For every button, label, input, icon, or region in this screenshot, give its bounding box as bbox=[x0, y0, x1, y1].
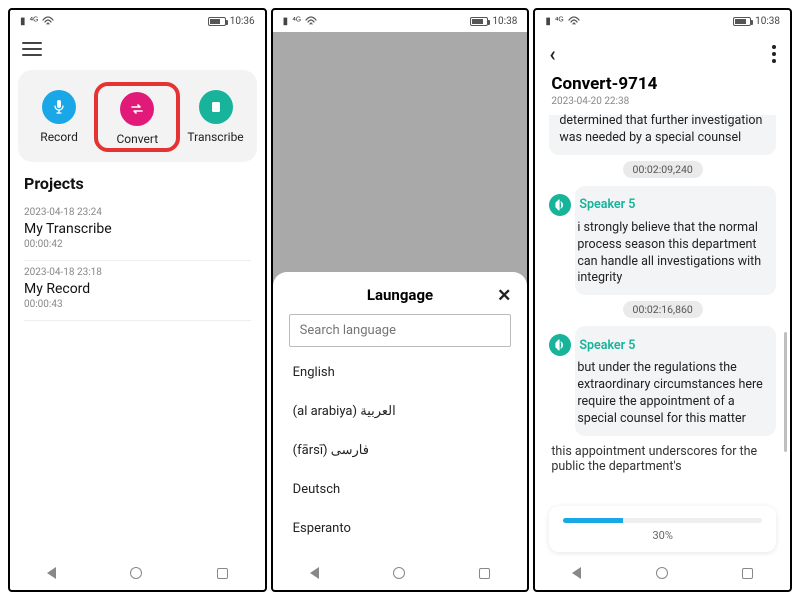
speaker-icon bbox=[549, 334, 571, 356]
screen-language-picker: ▮ ⁴ᴳ 10:38 Laungage ✕ English bbox=[271, 8, 530, 592]
language-option[interactable]: Esperanto bbox=[289, 509, 512, 548]
nav-home-icon[interactable] bbox=[393, 567, 405, 579]
android-navbar bbox=[535, 556, 790, 590]
battery-icon bbox=[733, 17, 751, 26]
nav-back-icon[interactable] bbox=[572, 567, 581, 579]
speaker-name: Speaker 5 bbox=[579, 197, 635, 212]
search-input[interactable] bbox=[289, 314, 512, 347]
wifi-icon bbox=[305, 16, 317, 26]
timestamp-pill: 00:02:16,860 bbox=[623, 301, 703, 318]
transcript-segment[interactable]: Speaker 5 i strongly believe that the no… bbox=[575, 186, 776, 296]
clock: 10:36 bbox=[230, 16, 255, 27]
progress-card: 30% bbox=[549, 506, 776, 552]
nav-recent-icon[interactable] bbox=[479, 568, 490, 579]
android-navbar bbox=[10, 556, 265, 590]
transcribe-button[interactable]: Transcribe bbox=[181, 90, 251, 144]
convert-icon bbox=[120, 92, 154, 126]
progress-track bbox=[563, 518, 762, 523]
language-option[interactable]: English bbox=[289, 353, 512, 392]
page-subtitle-date: 2023-04-20 22:38 bbox=[551, 96, 774, 107]
project-item[interactable]: 2023-04-18 23:24 My Transcribe 00:00:42 bbox=[24, 201, 251, 261]
progress-label: 30% bbox=[563, 529, 762, 542]
language-option[interactable]: Deutsch bbox=[289, 470, 512, 509]
battery-icon bbox=[208, 17, 226, 26]
language-option[interactable]: (al arabiya) العربية bbox=[289, 392, 512, 431]
convert-highlight: Convert bbox=[94, 82, 180, 152]
mic-icon bbox=[42, 90, 76, 124]
signal-icon: ⁴ᴳ bbox=[292, 16, 301, 27]
nav-home-icon[interactable] bbox=[130, 567, 142, 579]
project-date: 2023-04-18 23:24 bbox=[24, 207, 251, 218]
record-label: Record bbox=[40, 130, 78, 144]
status-bar: ▮ ⁴ᴳ 10:36 bbox=[10, 10, 265, 32]
status-bar: ▮ ⁴ᴳ 10:38 bbox=[273, 10, 528, 32]
transcript-segment[interactable]: determined that further investigation wa… bbox=[549, 115, 776, 155]
segment-text: i strongly believe that the normal proce… bbox=[577, 220, 766, 288]
more-menu-icon[interactable] bbox=[772, 45, 776, 63]
wifi-icon bbox=[568, 16, 580, 26]
sheet-title: Laungage bbox=[367, 286, 433, 304]
convert-button[interactable]: Convert bbox=[102, 92, 172, 146]
sim-icon: ▮ bbox=[20, 16, 26, 27]
transcript-body[interactable]: determined that further investigation wa… bbox=[535, 107, 790, 476]
android-navbar bbox=[273, 556, 528, 590]
screen-transcript: ▮ ⁴ᴳ 10:38 ‹ Convert-9714 2023-04-20 22:… bbox=[533, 8, 792, 592]
progress-fill bbox=[563, 518, 623, 523]
battery-icon bbox=[470, 17, 488, 26]
nav-recent-icon[interactable] bbox=[217, 568, 228, 579]
top-actions-card: Record Convert Transcribe bbox=[18, 70, 257, 162]
signal-icon: ⁴ᴳ bbox=[555, 16, 564, 27]
sim-icon: ▮ bbox=[545, 16, 551, 27]
clock: 10:38 bbox=[755, 16, 780, 27]
language-sheet: Laungage ✕ English (al arabiya) العربية … bbox=[273, 272, 528, 556]
project-duration: 00:00:43 bbox=[24, 299, 251, 310]
scrollbar-thumb[interactable] bbox=[784, 332, 787, 452]
speaker-icon bbox=[549, 194, 571, 216]
hamburger-menu-icon[interactable] bbox=[22, 42, 42, 56]
close-icon[interactable]: ✕ bbox=[497, 286, 511, 306]
clock: 10:38 bbox=[492, 16, 517, 27]
back-button[interactable]: ‹ bbox=[549, 42, 555, 66]
language-option[interactable]: (fārsī) فارسی bbox=[289, 431, 512, 470]
transcript-segment[interactable]: Speaker 5 but under the regulations the … bbox=[575, 326, 776, 436]
screen-home: ▮ ⁴ᴳ 10:36 Record bbox=[8, 8, 267, 592]
language-list: English (al arabiya) العربية (fārsī) فار… bbox=[289, 353, 512, 548]
signal-icon: ⁴ᴳ bbox=[30, 16, 39, 27]
speaker-name: Speaker 5 bbox=[579, 338, 635, 353]
project-date: 2023-04-18 23:18 bbox=[24, 267, 251, 278]
nav-back-icon[interactable] bbox=[47, 567, 56, 579]
transcribe-label: Transcribe bbox=[187, 130, 243, 144]
project-item[interactable]: 2023-04-18 23:18 My Record 00:00:43 bbox=[24, 261, 251, 321]
wifi-icon bbox=[42, 16, 54, 26]
segment-text: this appointment underscores for the pub… bbox=[549, 442, 776, 476]
project-name: My Transcribe bbox=[24, 221, 251, 237]
project-duration: 00:00:42 bbox=[24, 239, 251, 250]
sim-icon: ▮ bbox=[283, 16, 289, 27]
status-bar: ▮ ⁴ᴳ 10:38 bbox=[535, 10, 790, 32]
timestamp-pill: 00:02:09,240 bbox=[623, 161, 703, 178]
project-name: My Record bbox=[24, 281, 251, 297]
nav-back-icon[interactable] bbox=[310, 567, 319, 579]
projects-heading: Projects bbox=[24, 174, 251, 193]
nav-recent-icon[interactable] bbox=[742, 568, 753, 579]
record-button[interactable]: Record bbox=[24, 90, 94, 144]
segment-text: determined that further investigation wa… bbox=[559, 113, 766, 147]
transcribe-icon bbox=[199, 90, 233, 124]
segment-text: but under the regulations the extraordin… bbox=[577, 360, 766, 428]
convert-label: Convert bbox=[116, 132, 158, 146]
nav-home-icon[interactable] bbox=[656, 567, 668, 579]
page-title: Convert-9714 bbox=[551, 74, 774, 94]
